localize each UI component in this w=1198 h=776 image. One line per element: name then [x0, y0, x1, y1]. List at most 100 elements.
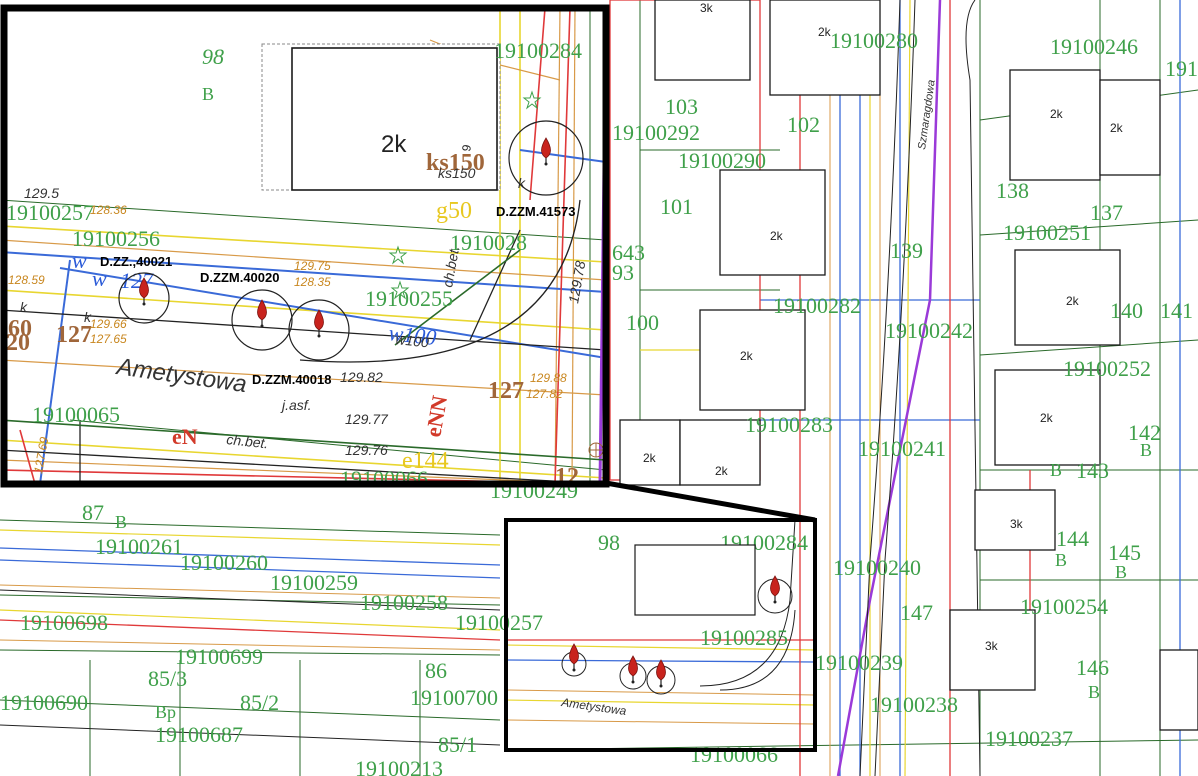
- class-B: B: [1088, 682, 1100, 702]
- marker-label-40018: D.ZZM.40018: [252, 372, 331, 387]
- class-B: B: [1050, 460, 1062, 480]
- parcel-19100698: 19100698: [20, 610, 108, 635]
- inset-e144: e144: [402, 448, 449, 474]
- parcel-19100258: 19100258: [360, 590, 448, 615]
- class-B: B: [1140, 440, 1152, 460]
- inset-ks150-small: ks150: [438, 165, 476, 181]
- lot-139: 139: [890, 238, 923, 263]
- inset-elev-129.77: 129.77: [345, 411, 389, 427]
- lot-137: 137: [1090, 200, 1123, 225]
- lot-143: 143: [1076, 458, 1109, 483]
- inset-w: w: [72, 248, 87, 273]
- inset-parcel-19100255: 19100255: [365, 286, 453, 311]
- lot-87: 87: [82, 500, 104, 525]
- class-B: B: [1115, 562, 1127, 582]
- parcel-19100241: 19100241: [858, 436, 946, 461]
- parcel-19100252: 19100252: [1063, 356, 1151, 381]
- inset-elev-128.35: 128.35: [294, 275, 331, 289]
- inset-parcel-19100284: 19100284: [494, 38, 582, 63]
- lot-147: 147: [900, 600, 933, 625]
- parcel-19100257: 19100257: [455, 610, 543, 635]
- inset-w2: w: [92, 266, 107, 291]
- building-3k: 3k: [700, 1, 714, 15]
- marker-label-40020: D.ZZM.40020: [200, 270, 279, 285]
- lot-102: 102: [787, 112, 820, 137]
- parcel-19100283: 19100283: [745, 412, 833, 437]
- parcel-19100687: 19100687: [155, 722, 243, 747]
- building-3k: 3k: [985, 639, 999, 653]
- building-2k: 2k: [1050, 107, 1064, 121]
- inset-building-2k: 2k: [381, 131, 407, 158]
- parcel-19100280: 19100280: [830, 28, 918, 53]
- cadastral-map[interactable]: 19100280 19100246 19100 19100292 1910029…: [0, 0, 1198, 776]
- marker-label-41573: D.ZZM.41573: [496, 204, 575, 219]
- inset-parcel-19100257: 19100257: [6, 200, 94, 225]
- marker-label-40021: D.ZZ.,40021: [100, 254, 172, 269]
- parcel-19100-edge: 19100: [1165, 56, 1198, 81]
- parcel-19100292: 19100292: [612, 120, 700, 145]
- building-2k: 2k: [1066, 294, 1080, 308]
- parcel-19100261: 19100261: [95, 534, 183, 559]
- parcel-19100213: 19100213: [355, 756, 443, 776]
- building-2k: 2k: [1040, 411, 1054, 425]
- inset-elev-129.5: 129.5: [24, 185, 59, 201]
- inset-elev-128.59: 128.59: [8, 273, 45, 287]
- inset-elev-127.65: 127.65: [90, 332, 127, 346]
- lot-103: 103: [665, 94, 698, 119]
- parcel-19100699: 19100699: [175, 644, 263, 669]
- class-B: B: [1055, 550, 1067, 570]
- inset-elev-127.82: 127.82: [526, 387, 563, 401]
- lot-98: 98: [598, 530, 620, 555]
- lot-85-2: 85/2: [240, 690, 279, 715]
- lot-138: 138: [996, 178, 1029, 203]
- inset-parcel-19100065: 19100065: [32, 402, 120, 427]
- parcel-19100260: 19100260: [180, 550, 268, 575]
- building-2k: 2k: [740, 349, 754, 363]
- parcel-19100239: 19100239: [815, 650, 903, 675]
- parcel-19100285: 19100285: [700, 625, 788, 650]
- lot-100: 100: [626, 310, 659, 335]
- lot-86: 86: [425, 658, 447, 683]
- parcel-19100254: 19100254: [1020, 594, 1108, 619]
- parcel-93: 93: [612, 260, 634, 285]
- lot-101: 101: [660, 194, 693, 219]
- lot-85-1: 85/1: [438, 732, 477, 757]
- inset-elev-129.82: 129.82: [340, 369, 383, 385]
- building-2k: 2k: [643, 451, 657, 465]
- lot-146: 146: [1076, 655, 1109, 680]
- building-2k: 2k: [818, 25, 832, 39]
- inset-k: k: [20, 299, 28, 315]
- building-3k: 3k: [1010, 517, 1024, 531]
- inset-elev-129.75: 129.75: [294, 259, 331, 273]
- parcel-19100251: 19100251: [1003, 220, 1091, 245]
- lot-144: 144: [1056, 526, 1089, 551]
- lot-140: 140: [1110, 298, 1143, 323]
- parcel-19100246: 19100246: [1050, 34, 1138, 59]
- class-B: B: [115, 512, 127, 532]
- inset-g50: g50: [436, 198, 472, 224]
- parcel-19100690: 19100690: [0, 690, 88, 715]
- inset-127-left: 127: [56, 322, 92, 348]
- inset-lot-98: 98: [202, 44, 224, 69]
- parcel-19100242: 19100242: [885, 318, 973, 343]
- inset-60: 60: [8, 316, 32, 342]
- inset-eN: eN: [172, 424, 198, 449]
- parcel-19100259: 19100259: [270, 570, 358, 595]
- lot-141: 141: [1160, 298, 1193, 323]
- inset-parcel-1910028: 1910028: [450, 230, 527, 255]
- inset-j-asf: j.asf.: [280, 397, 312, 413]
- building-2k: 2k: [1110, 121, 1124, 135]
- lot-85-3: 85/3: [148, 666, 187, 691]
- parcel-19100237: 19100237: [985, 726, 1073, 751]
- parcel-19100282: 19100282: [773, 293, 861, 318]
- parcel-19100240: 19100240: [833, 555, 921, 580]
- street-name-ametystowa: Ametystowa: [560, 695, 628, 718]
- class-Bp: Bp: [155, 702, 176, 722]
- building-2k: 2k: [770, 229, 784, 243]
- inset-pipe-127: 127: [120, 268, 154, 293]
- zoom-inset: 2k 9 19100284 19100257 19100256 19100255…: [0, 4, 610, 488]
- inset-127-brown: 127: [488, 378, 524, 404]
- inset-elev-129.76: 129.76: [345, 442, 388, 458]
- building-2k: 2k: [715, 464, 729, 478]
- parcel-19100238: 19100238: [870, 692, 958, 717]
